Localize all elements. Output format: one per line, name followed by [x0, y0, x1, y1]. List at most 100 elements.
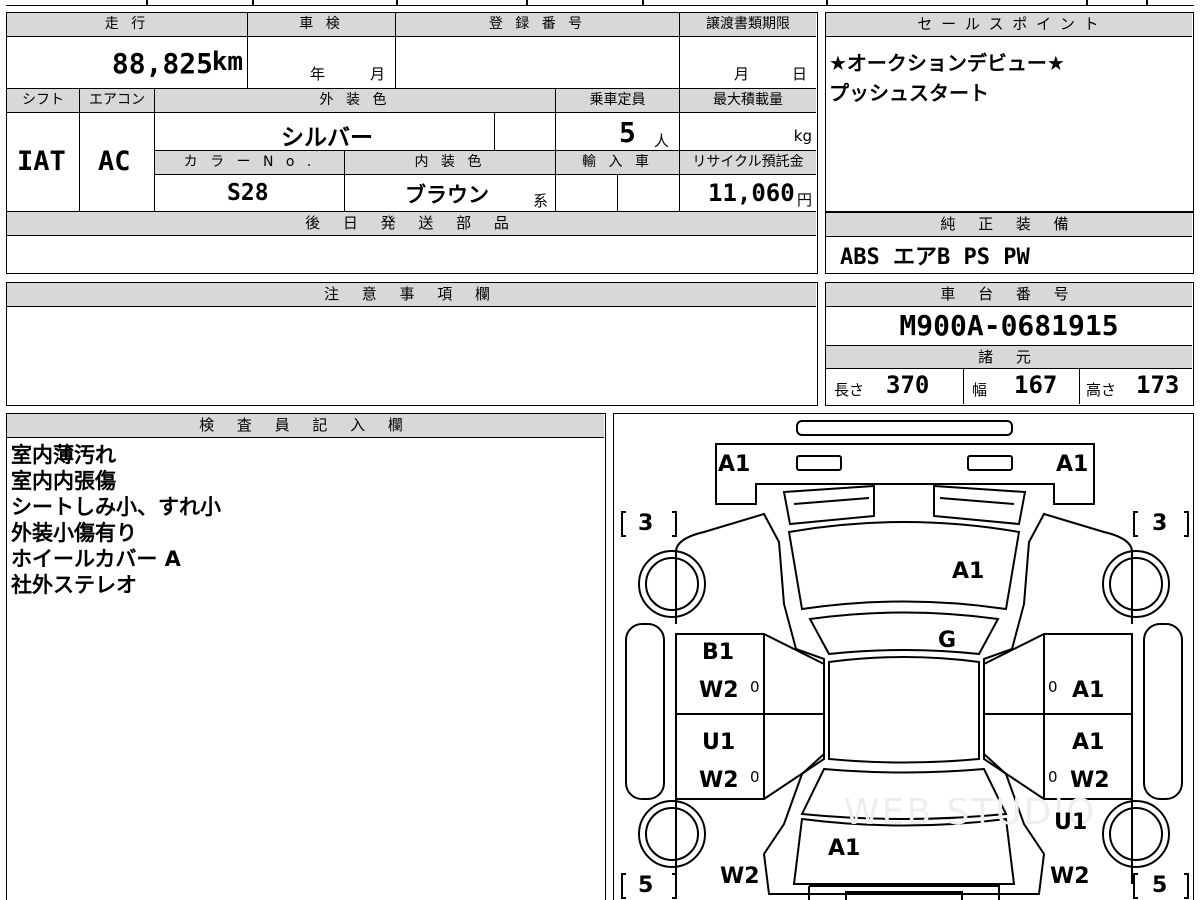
mileage-cell: 88,825 km: [7, 37, 248, 89]
exterior-color-label: 外 装 色: [155, 89, 556, 113]
spec-width-value: 167: [1014, 371, 1058, 399]
top-strip: [6, 0, 1194, 6]
tire-rear-right: 5: [1152, 873, 1168, 898]
import-cell-a: [556, 175, 618, 212]
mark-rr-door-2: W2: [1070, 768, 1110, 793]
capacity-label: 乗車定員: [556, 89, 680, 113]
shift-value: IAT: [17, 146, 66, 177]
inspection-cell: 年 月: [248, 37, 396, 89]
specs-label: 諸 元: [826, 345, 1192, 369]
mileage-unit: km: [211, 47, 243, 77]
shift-label: シフト: [7, 89, 80, 113]
chassis-number-value: M900A-0681915: [899, 309, 1119, 342]
mark-windshield: G: [938, 628, 957, 653]
registration-label: 登 録 番 号: [396, 13, 680, 37]
import-cell-b: [618, 175, 680, 212]
mark-zero-l2: 0: [750, 768, 760, 786]
mark-zero-r1: 0: [1048, 678, 1058, 696]
inspection-month-unit: 月: [370, 65, 386, 83]
standard-equipment-value: ABS エアB PS PW: [840, 245, 1030, 270]
chassis-specs-box: 車 台 番 号 M900A-0681915 諸 元 長さ 370 幅 167 高…: [825, 282, 1194, 406]
damage-diagram: WEB STUDIO A1 A1 A1 G B1 W2 0 U1 W2 0 0 …: [613, 413, 1194, 900]
aircon-value: AC: [98, 146, 131, 177]
spec-height: 高さ 173: [1080, 369, 1192, 404]
inspector-notes-list: 室内薄汚れ 室内内張傷 シートしみ小、すれ小 外装小傷有り ホイールカバー A …: [11, 442, 221, 598]
mileage-label: 走 行: [7, 13, 248, 37]
capacity-value: 5: [619, 116, 636, 149]
inspector-box: 検 査 員 記 入 欄 室内薄汚れ 室内内張傷 シートしみ小、すれ小 外装小傷有…: [6, 413, 606, 900]
mark-rear-left-w: W2: [720, 864, 760, 889]
registration-cell: [396, 37, 680, 89]
spec-height-label: 高さ: [1086, 381, 1117, 399]
spec-length-label: 長さ: [834, 381, 865, 399]
mark-fl-door-2: W2: [699, 678, 739, 703]
color-no-cell: S28: [155, 175, 345, 212]
inspector-note-3: シートしみ小、すれ小: [11, 495, 221, 519]
mark-rear-right-w: W2: [1050, 864, 1090, 889]
interior-color-value: ブラウン: [405, 183, 489, 207]
mark-fl-door: B1: [702, 640, 735, 665]
mark-zero-r2: 0: [1048, 768, 1058, 786]
sales-points-label: セ ー ル ス ポ イ ン ト: [826, 13, 1192, 37]
aircon-label: エアコン: [80, 89, 155, 113]
deadline-day-unit: 日: [792, 65, 808, 83]
mark-rear-center: A1: [828, 836, 861, 861]
inspector-note-4: 外装小傷有り: [11, 521, 137, 545]
deadline-label: 譲渡書類期限: [680, 13, 816, 37]
capacity-unit: 人: [654, 132, 670, 150]
mark-rl-door-2: W2: [699, 768, 739, 793]
mileage-value: 88,825: [111, 47, 213, 80]
mark-bonnet: A1: [952, 559, 985, 584]
later-parts-label: 後 日 発 送 部 品: [7, 212, 816, 236]
max-load-unit: kg: [793, 127, 812, 145]
later-parts-value: [7, 236, 816, 272]
inspection-year-unit: 年: [310, 65, 326, 83]
sales-points-box: セ ー ル ス ポ イ ン ト ★オークションデビュー★ プッシュスタート: [825, 12, 1194, 212]
interior-color-cell: ブラウン 系: [345, 175, 556, 212]
sales-point-2: プッシュスタート: [829, 81, 989, 105]
exterior-color-extra: [495, 113, 556, 151]
max-load-label: 最大積載量: [680, 89, 816, 113]
inspection-label: 車 検: [248, 13, 396, 37]
mark-zero-l1: 0: [750, 678, 760, 696]
mark-rl-door: U1: [702, 730, 736, 755]
mark-rr-door: A1: [1072, 730, 1105, 755]
max-load-cell: kg: [680, 113, 816, 151]
inspector-label: 検 査 員 記 入 欄: [7, 414, 604, 438]
notes-label: 注 意 事 項 欄: [7, 283, 816, 307]
inspector-note-6: 社外ステレオ: [11, 573, 137, 597]
notes-box: 注 意 事 項 欄: [6, 282, 818, 406]
spec-length-value: 370: [886, 371, 930, 399]
tire-front-left: 3: [638, 511, 654, 536]
standard-equipment-box: 純 正 装 備 ABS エアB PS PW: [825, 212, 1194, 274]
color-no-label: カ ラ ー N o .: [155, 151, 345, 175]
deadline-month-unit: 月: [734, 65, 750, 83]
interior-color-label: 内 装 色: [345, 151, 556, 175]
sales-point-1: ★オークションデビュー★: [829, 51, 1065, 75]
deadline-cell: 月 日: [680, 37, 816, 89]
spec-height-value: 173: [1136, 371, 1180, 399]
recycle-cell: 11,060 円: [680, 175, 816, 212]
import-label: 輸 入 車: [556, 151, 680, 175]
aircon-cell: AC: [80, 113, 155, 212]
interior-color-unit: 系: [533, 192, 549, 210]
chassis-number-label: 車 台 番 号: [826, 283, 1192, 307]
spec-width-label: 幅: [972, 381, 988, 399]
exterior-color-cell: シルバー: [155, 113, 495, 151]
inspector-note-2: 室内内張傷: [11, 469, 116, 493]
mark-fr-door: A1: [1072, 678, 1105, 703]
color-no-value: S28: [227, 180, 269, 206]
spec-length: 長さ 370: [826, 369, 964, 404]
shift-cell: IAT: [7, 113, 80, 212]
sales-points-list: ★オークションデビュー★ プッシュスタート: [829, 47, 1065, 107]
spec-width: 幅 167: [964, 369, 1080, 404]
recycle-value: 11,060: [708, 179, 795, 207]
exterior-color-value: シルバー: [281, 125, 373, 151]
mark-rear-right: U1: [1054, 810, 1088, 835]
vehicle-info-table: 走 行 車 検 登 録 番 号 譲渡書類期限 88,825 km 年 月 月 日…: [6, 12, 818, 274]
inspector-note-5: ホイールカバー A: [11, 547, 181, 571]
tire-front-right: 3: [1152, 511, 1168, 536]
inspector-note-1: 室内薄汚れ: [11, 443, 116, 467]
standard-equipment-label: 純 正 装 備: [826, 213, 1192, 237]
recycle-label: リサイクル預託金: [680, 151, 816, 175]
